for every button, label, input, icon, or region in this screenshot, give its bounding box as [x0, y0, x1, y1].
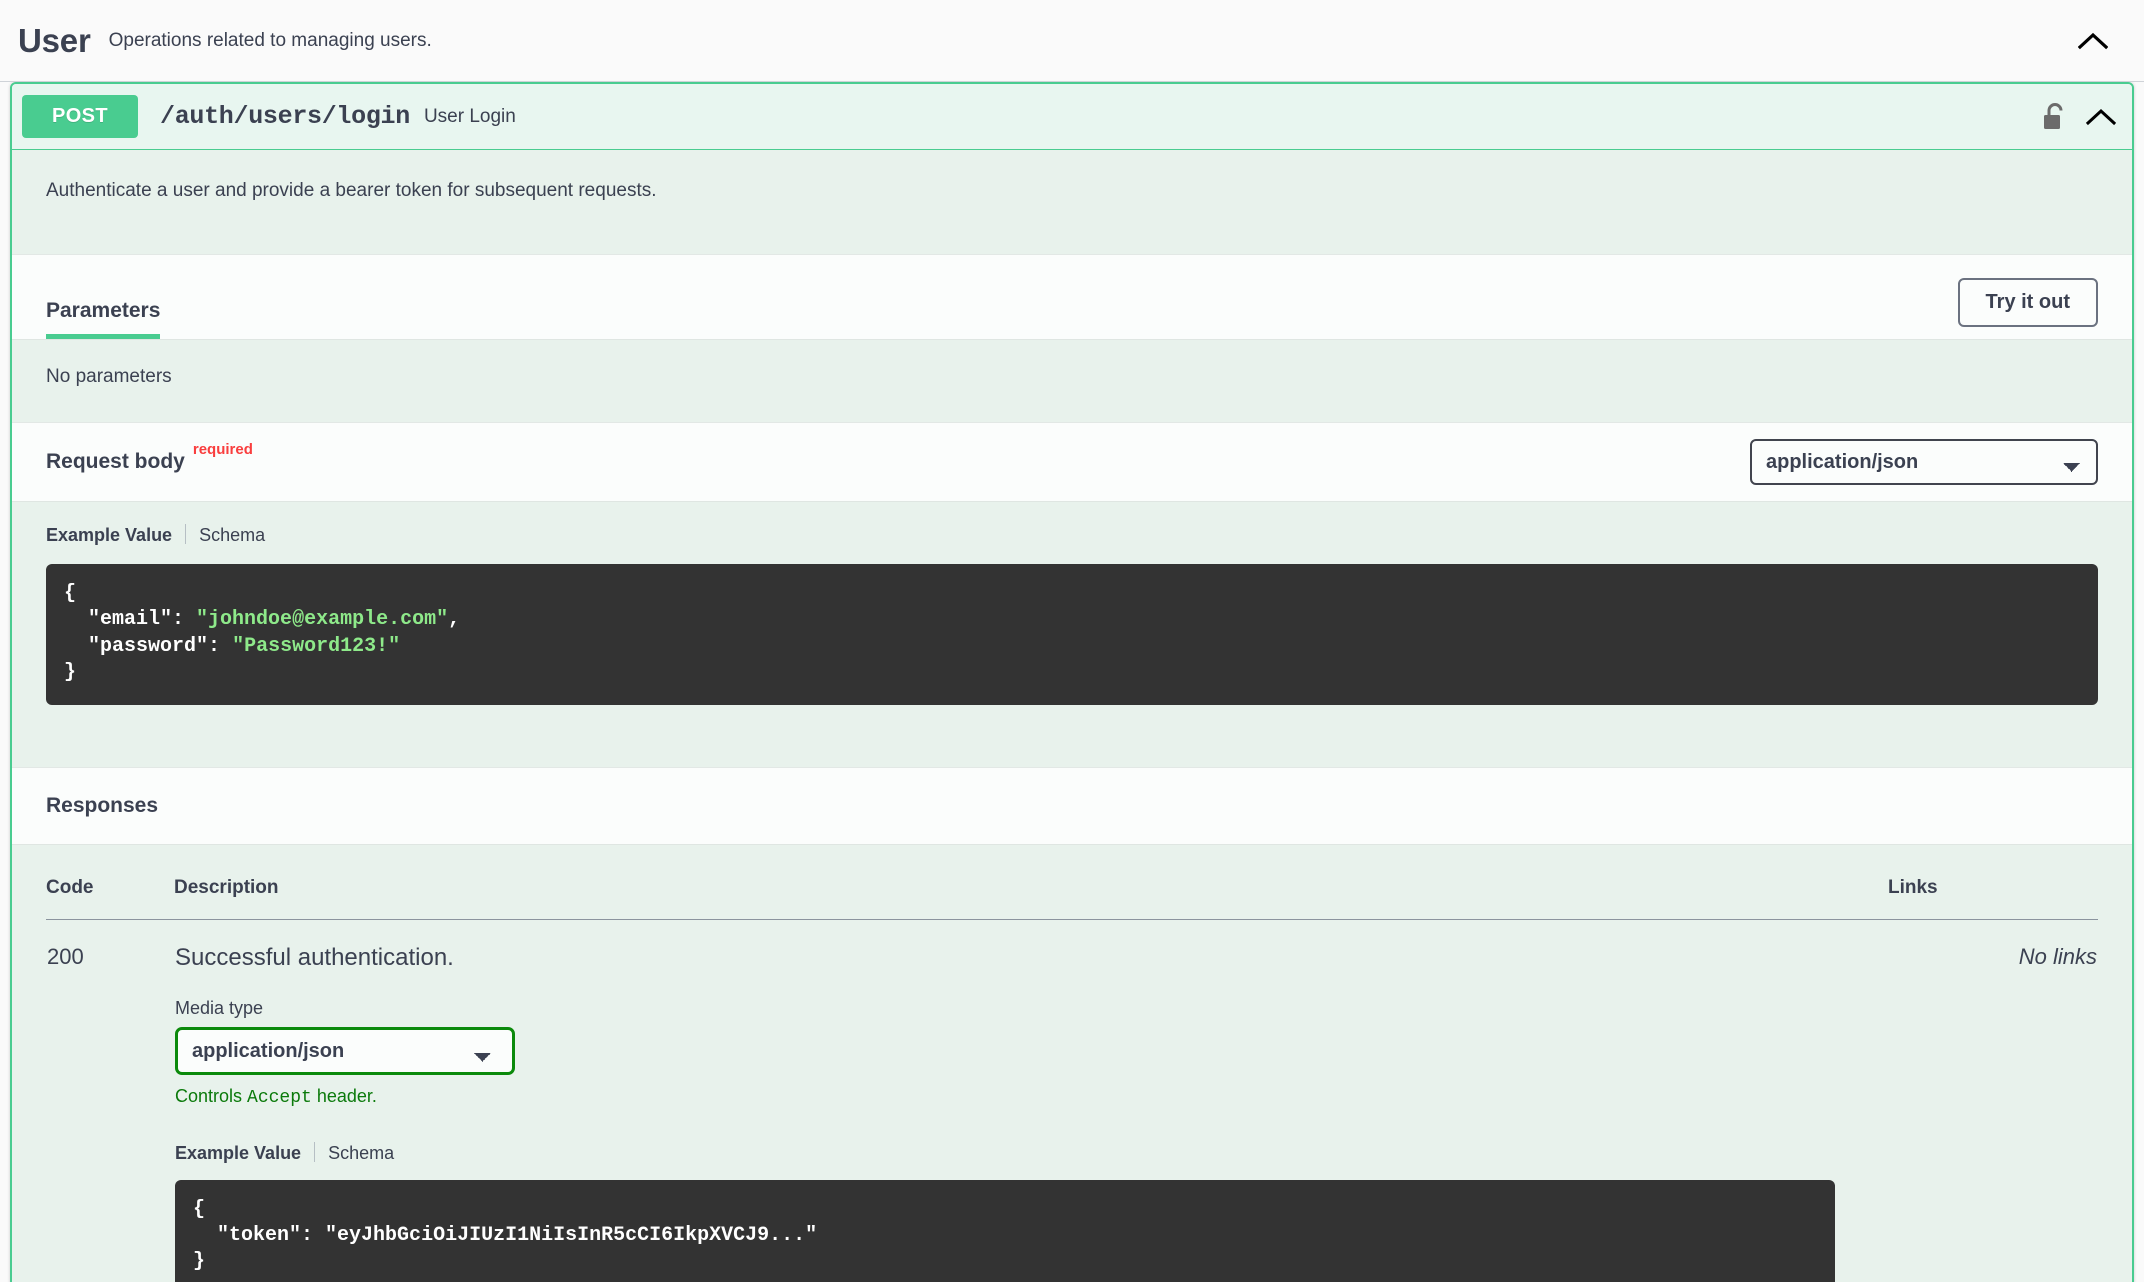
responses-table-body: 200 Successful authentication. Media typ… — [46, 919, 2098, 1282]
http-method-badge: POST — [22, 95, 138, 138]
response-details-cell: Successful authentication. Media type ap… — [174, 919, 1888, 1282]
parameters-header-band: Parameters Try it out — [12, 254, 2132, 340]
request-example-tabs: Example Value Schema — [12, 502, 2132, 546]
request-body-title: Request body — [46, 450, 185, 473]
tab-divider — [185, 524, 187, 544]
no-parameters-text: No parameters — [12, 340, 2132, 422]
request-schema-tab[interactable]: Schema — [199, 525, 265, 545]
table-row: 200 Successful authentication. Media typ… — [46, 919, 2098, 1282]
request-example-value-tab[interactable]: Example Value — [46, 525, 172, 545]
try-it-out-button[interactable]: Try it out — [1957, 278, 2098, 327]
media-type-label: Media type — [175, 997, 264, 1018]
response-links: No links — [2018, 943, 2097, 969]
request-content-type-select[interactable]: application/json — [1750, 439, 2098, 485]
chevron-up-icon — [2078, 32, 2108, 50]
accept-note-code: Accept — [247, 1087, 312, 1108]
responses-header-band: Responses — [12, 766, 2132, 845]
parameters-tab[interactable]: Parameters — [46, 299, 161, 339]
media-type-select[interactable]: application/json — [175, 1026, 515, 1075]
operation-block-post-auth-users-login: POST /auth/users/login User Login Authen… — [10, 82, 2134, 1282]
operation-summary-controls — [2042, 102, 2116, 132]
response-example-value-tab[interactable]: Example Value — [175, 1143, 301, 1163]
responses-table: Code Description Links 200 Successful au… — [46, 876, 2098, 1282]
column-header-description: Description — [174, 876, 1888, 920]
accept-header-note: Controls Accept header. — [175, 1086, 1887, 1108]
column-header-links: Links — [1888, 876, 2098, 920]
tag-collapse-button[interactable] — [2070, 18, 2116, 64]
response-example-tabs: Example Value Schema — [175, 1141, 1887, 1164]
request-content-type-wrapper: application/json — [1750, 439, 2098, 485]
operation-summary-bar[interactable]: POST /auth/users/login User Login — [12, 84, 2132, 150]
response-schema-tab[interactable]: Schema — [328, 1143, 394, 1163]
operation-path: /auth/users/login — [160, 102, 410, 131]
accept-note-prefix: Controls — [175, 1085, 248, 1106]
accept-note-suffix: header. — [311, 1085, 377, 1106]
operation-description: Authenticate a user and provide a bearer… — [12, 150, 2132, 254]
tab-divider — [314, 1141, 316, 1162]
column-header-code: Code — [46, 876, 174, 920]
operation-collapse-button[interactable] — [2086, 108, 2116, 126]
operation-wrapper: POST /auth/users/login User Login Authen… — [0, 82, 2144, 1282]
responses-table-wrapper: Code Description Links 200 Successful au… — [12, 844, 2132, 1282]
tag-header[interactable]: User Operations related to managing user… — [0, 0, 2144, 82]
response-description: Successful authentication. — [175, 943, 454, 971]
tag-description: Operations related to managing users. — [108, 29, 432, 51]
request-body-spacer — [12, 704, 2132, 767]
operation-body: Authenticate a user and provide a bearer… — [12, 150, 2132, 1282]
unlocked-padlock-icon[interactable] — [2042, 102, 2068, 132]
response-example-code[interactable]: { "token": "eyJhbGciOiJIUzI1NiIsInR5cCI6… — [175, 1179, 1835, 1282]
request-body-required-badge: required — [192, 441, 253, 458]
request-body-header-band: Request body required application/json — [12, 422, 2132, 502]
response-code: 200 — [47, 943, 84, 969]
operation-summary-text: User Login — [423, 105, 516, 127]
tag-title: User — [18, 21, 91, 59]
responses-table-header-row: Code Description Links — [46, 876, 2098, 920]
request-example-code[interactable]: { "email": "johndoe@example.com", "passw… — [46, 564, 2098, 705]
responses-title: Responses — [46, 793, 159, 817]
